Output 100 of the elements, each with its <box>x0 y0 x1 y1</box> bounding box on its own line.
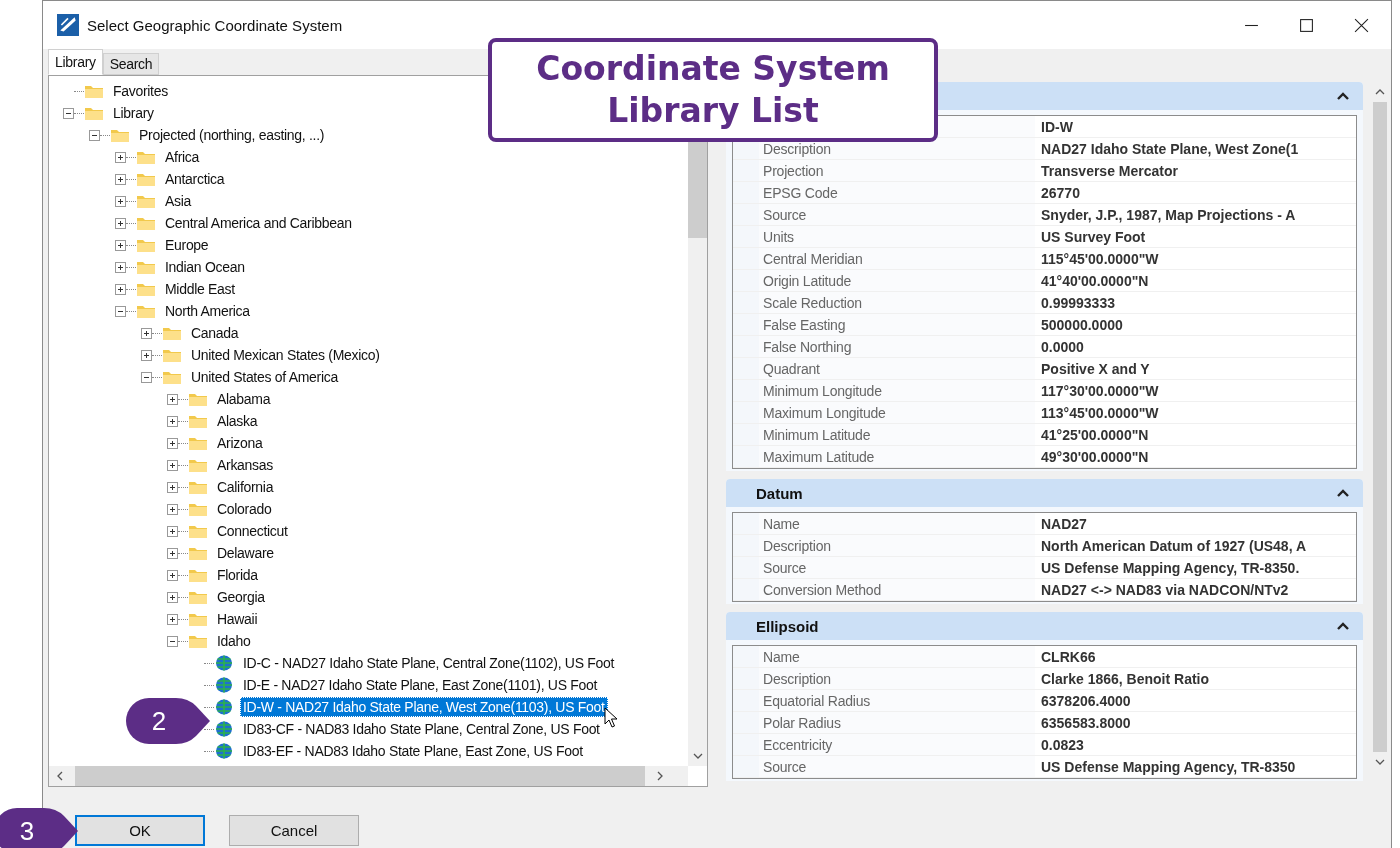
expand-icon[interactable] <box>115 173 126 185</box>
section-header[interactable]: Ellipsoid <box>726 612 1363 640</box>
tree-item[interactable]: Hawaii <box>214 609 261 629</box>
collapse-icon[interactable] <box>89 129 100 141</box>
property-value: ID-W <box>1041 118 1073 135</box>
tree-item[interactable]: Alabama <box>214 389 274 409</box>
tree-item[interactable]: Central America and Caribbean <box>162 213 355 233</box>
folder-icon <box>188 611 208 627</box>
folder-icon <box>136 171 156 187</box>
collapse-icon[interactable] <box>167 635 178 647</box>
cancel-button[interactable]: Cancel <box>229 815 359 846</box>
folder-icon <box>188 589 208 605</box>
scroll-right-icon[interactable] <box>657 771 663 781</box>
scroll-down-icon[interactable] <box>1375 759 1385 765</box>
scroll-down-icon[interactable] <box>692 753 703 759</box>
tree-item[interactable]: Middle East <box>162 279 238 299</box>
tree-item[interactable]: Asia <box>162 191 195 211</box>
collapse-icon[interactable] <box>141 371 152 383</box>
collapse-icon[interactable] <box>1337 489 1349 497</box>
tree-item[interactable]: Indian Ocean <box>162 257 248 277</box>
tree-item[interactable]: ID-W - NAD27 Idaho State Plane, West Zone(1103), US Foot <box>240 697 608 717</box>
collapse-icon[interactable] <box>63 107 74 119</box>
scroll-left-icon[interactable] <box>57 771 63 781</box>
property-value: Snyder, J.P., 1987, Map Projections - A <box>1041 206 1296 223</box>
tree-item[interactable]: Library <box>110 103 157 123</box>
tree-item[interactable]: United States of America <box>188 367 341 387</box>
scroll-up-icon[interactable] <box>1375 89 1385 95</box>
section-title: Ellipsoid <box>756 617 819 635</box>
scrollbar-thumb[interactable] <box>1373 102 1387 752</box>
tree-item[interactable]: Delaware <box>214 543 277 563</box>
expand-icon[interactable] <box>167 613 178 625</box>
maximize-icon[interactable] <box>1299 17 1314 33</box>
property-value: NAD27 Idaho State Plane, West Zone(1 <box>1041 140 1299 157</box>
tree-item[interactable]: Europe <box>162 235 212 255</box>
collapse-icon[interactable] <box>1337 622 1349 630</box>
collapse-icon[interactable] <box>115 305 126 317</box>
expand-icon[interactable] <box>167 503 178 515</box>
tree-item[interactable]: Arizona <box>214 433 266 453</box>
ok-button[interactable]: OK <box>75 815 205 846</box>
tree-item[interactable]: Idaho <box>214 631 254 651</box>
property-label: EPSG Code <box>763 184 838 201</box>
tree-item[interactable]: ID83-CF - NAD83 Idaho State Plane, Central Zone, US Foot <box>240 719 603 739</box>
globe-icon <box>214 655 234 671</box>
tree-item[interactable]: ID-C - NAD27 Idaho State Plane, Central Zone(1102), US Foot <box>240 653 618 673</box>
expand-icon[interactable] <box>115 283 126 295</box>
section-header[interactable]: Datum <box>726 479 1363 507</box>
tree-item[interactable]: Projected (northing, easting, ...) <box>136 125 328 145</box>
folder-icon <box>188 479 208 495</box>
expand-icon[interactable] <box>167 525 178 537</box>
folder-icon <box>188 545 208 561</box>
expand-icon[interactable] <box>167 415 178 427</box>
tab[interactable]: Library <box>48 49 103 75</box>
expand-icon[interactable] <box>167 547 178 559</box>
tree-item[interactable]: North America <box>162 301 253 321</box>
collapse-icon[interactable] <box>1337 92 1349 100</box>
property-label: Quadrant <box>763 360 820 377</box>
tree-item[interactable]: Antarctica <box>162 169 228 189</box>
property-label: False Northing <box>763 338 852 355</box>
folder-icon <box>110 127 130 143</box>
folder-icon <box>188 501 208 517</box>
expand-icon[interactable] <box>167 459 178 471</box>
property-label: Eccentricity <box>763 736 833 753</box>
tree-item[interactable]: Arkansas <box>214 455 276 475</box>
tree-item[interactable]: Connecticut <box>214 521 291 541</box>
property-value: 0.99993333 <box>1041 294 1115 311</box>
tree-item[interactable]: Colorado <box>214 499 275 519</box>
tree-item[interactable]: Alaska <box>214 411 261 431</box>
property-value: 117°30'00.0000"W <box>1041 382 1159 399</box>
property-label: Origin Latitude <box>763 272 852 289</box>
property-value: 113°45'00.0000"W <box>1041 404 1159 421</box>
tree-item[interactable]: California <box>214 477 277 497</box>
property-label: Units <box>763 228 794 245</box>
tree-item[interactable]: Florida <box>214 565 261 585</box>
tree-item[interactable]: Georgia <box>214 587 268 607</box>
property-value: CLRK66 <box>1041 648 1096 665</box>
expand-icon[interactable] <box>115 217 126 229</box>
tree-item[interactable]: United Mexican States (Mexico) <box>188 345 383 365</box>
tree-item[interactable]: Africa <box>162 147 202 167</box>
folder-icon <box>136 215 156 231</box>
tree-item[interactable]: ID83-EF - NAD83 Idaho State Plane, East Zone, US Foot <box>240 741 586 761</box>
folder-icon <box>188 457 208 473</box>
expand-icon[interactable] <box>115 151 126 163</box>
expand-icon[interactable] <box>115 239 126 251</box>
property-value: US Survey Foot <box>1041 228 1146 245</box>
tree-item[interactable]: Canada <box>188 323 242 343</box>
expand-icon[interactable] <box>141 327 152 339</box>
globe-icon <box>214 743 234 759</box>
tree-item[interactable]: Favorites <box>110 81 171 101</box>
expand-icon[interactable] <box>167 591 178 603</box>
expand-icon[interactable] <box>167 481 178 493</box>
property-value: Clarke 1866, Benoit Ratio <box>1041 670 1210 687</box>
close-icon[interactable] <box>1354 17 1369 33</box>
expand-icon[interactable] <box>167 569 178 581</box>
expand-icon[interactable] <box>115 261 126 273</box>
tree-item[interactable]: ID-E - NAD27 Idaho State Plane, East Zone(1101), US Foot <box>240 675 601 695</box>
expand-icon[interactable] <box>167 437 178 449</box>
tab[interactable]: Search <box>102 53 160 75</box>
expand-icon[interactable] <box>167 393 178 405</box>
expand-icon[interactable] <box>115 195 126 207</box>
expand-icon[interactable] <box>141 349 152 361</box>
